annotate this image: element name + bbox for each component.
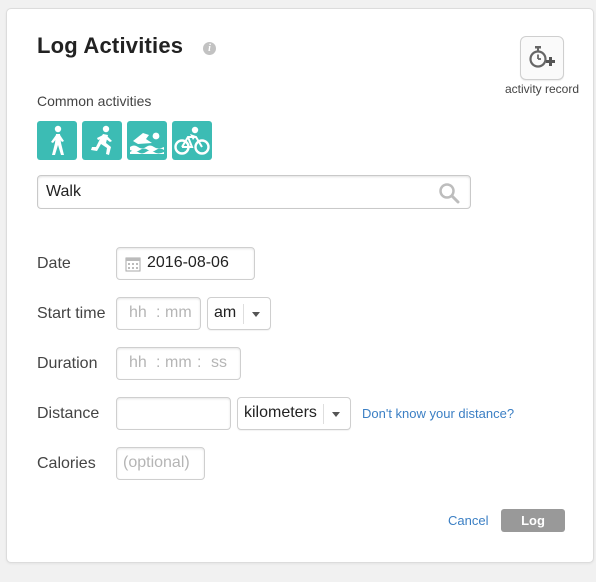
start-time-label: Start time (37, 305, 106, 322)
duration-sep-2: : (197, 354, 202, 371)
distance-help-link[interactable]: Don't know your distance? (362, 406, 514, 421)
bike-icon (174, 126, 210, 155)
log-button[interactable]: Log (501, 509, 565, 532)
info-icon[interactable]: i (203, 42, 216, 55)
run-icon (91, 125, 112, 155)
duration-hh: hh (129, 354, 147, 371)
common-activities-label: Common activities (37, 93, 152, 109)
duration-sep-1: : (156, 354, 161, 371)
page-title: Log Activities (37, 33, 184, 58)
walk-icon (51, 125, 64, 155)
date-label: Date (37, 255, 71, 272)
activity-record-label: activity record (504, 82, 580, 96)
distance-unit-value: kilometers (244, 404, 317, 421)
swim-icon (130, 132, 164, 154)
calories-input[interactable]: (optional) (116, 447, 205, 480)
search-value: Walk (46, 183, 81, 200)
duration-mm: mm (165, 354, 192, 371)
calendar-icon[interactable] (125, 256, 141, 272)
date-value: 2016-08-06 (147, 254, 229, 271)
start-time-field[interactable]: hh : mm (116, 297, 201, 330)
ampm-value: am (214, 304, 237, 321)
ampm-select[interactable]: am (207, 297, 271, 330)
start-time-hh: hh (129, 304, 147, 321)
calories-placeholder: (optional) (123, 454, 190, 471)
activity-search-input[interactable]: Walk (37, 175, 471, 209)
cancel-link[interactable]: Cancel (448, 513, 488, 528)
date-field[interactable]: 2016-08-06 (116, 247, 255, 280)
stopwatch-plus-icon (529, 46, 555, 68)
search-icon[interactable] (438, 182, 460, 204)
distance-unit-select[interactable]: kilometers (237, 397, 351, 430)
calories-label: Calories (37, 455, 96, 472)
activity-run-button[interactable] (82, 121, 122, 160)
chevron-down-icon (332, 412, 340, 417)
activity-walk-button[interactable] (37, 121, 77, 160)
duration-label: Duration (37, 355, 98, 372)
duration-field[interactable]: hh : mm : ss (116, 347, 241, 380)
chevron-down-icon (252, 312, 260, 317)
duration-ss: ss (211, 354, 227, 371)
start-time-sep: : (156, 304, 161, 321)
activity-bike-button[interactable] (172, 121, 212, 160)
log-activities-panel: Log Activities i activity record Common … (6, 8, 594, 563)
activity-swim-button[interactable] (127, 121, 167, 160)
distance-input[interactable] (116, 397, 231, 430)
activity-record-button[interactable] (520, 36, 564, 80)
start-time-mm: mm (165, 304, 192, 321)
distance-label: Distance (37, 405, 100, 422)
